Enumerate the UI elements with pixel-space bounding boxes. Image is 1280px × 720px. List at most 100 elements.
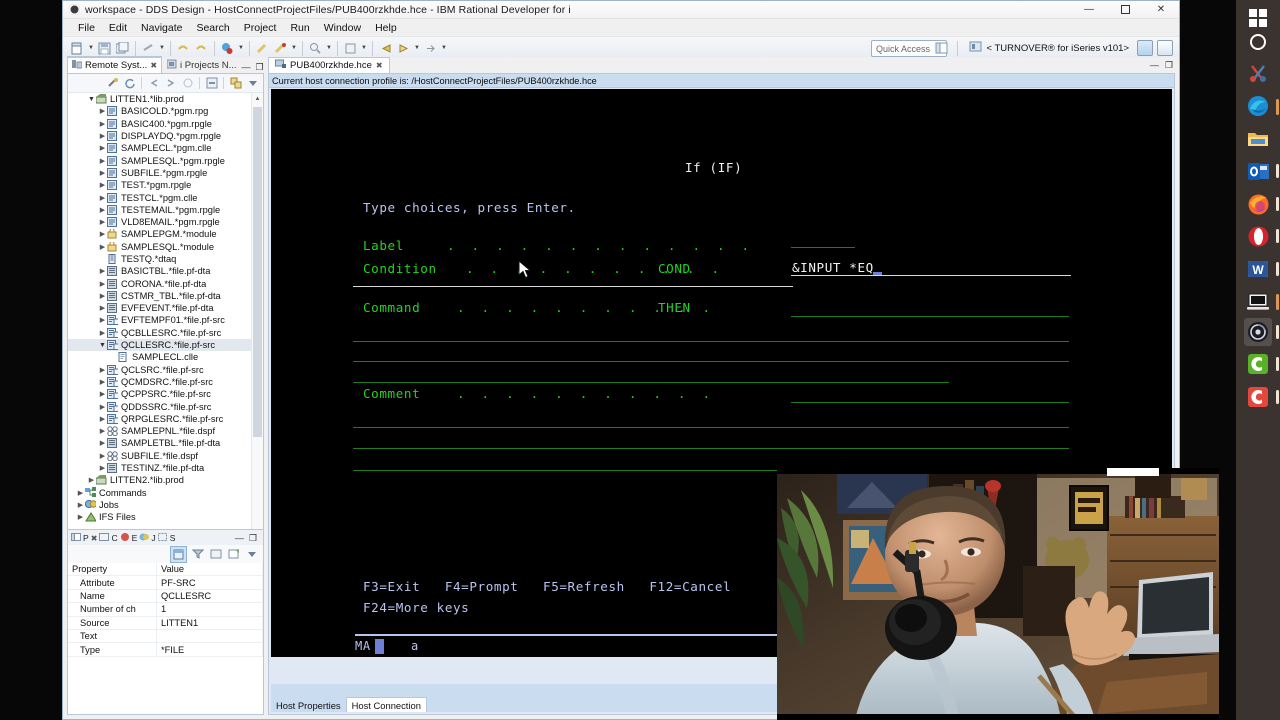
- tree-item-samplesql-module[interactable]: ▶ SAMPLESQL.*module: [68, 241, 252, 253]
- perspective-switch-2-icon[interactable]: [1157, 40, 1173, 56]
- tree-item-qrpglesrc-file-pf-src[interactable]: ▶ QRPGLESRC.*file.pf-src: [68, 413, 252, 425]
- tree-item-testemail-pgm-rpgle[interactable]: ▶ TESTEMAIL.*pgm.rpgle: [68, 204, 252, 216]
- chevron-right-icon[interactable]: ▶: [98, 243, 107, 251]
- tree-item-vld8email-pgm-rpgle[interactable]: ▶ VLD8EMAIL.*pgm.rpgle: [68, 216, 252, 228]
- chevron-right-icon[interactable]: ▶: [98, 267, 107, 275]
- chevron-right-icon[interactable]: ▶: [98, 132, 107, 140]
- chevron-right-icon[interactable]: ▶: [98, 292, 107, 300]
- menu-navigate[interactable]: Navigate: [134, 21, 189, 35]
- undo-icon[interactable]: [175, 40, 192, 57]
- chevron-right-icon[interactable]: ▶: [98, 439, 107, 447]
- next-icon[interactable]: [422, 40, 439, 57]
- chevron-right-icon[interactable]: ▶: [98, 280, 107, 288]
- tree-item-qcbllesrc-file-pf-src[interactable]: ▶ QCBLLESRC.*file.pf-src: [68, 327, 252, 339]
- back-icon[interactable]: [146, 76, 161, 91]
- back-icon[interactable]: [377, 40, 394, 57]
- obs-studio-icon[interactable]: [1244, 318, 1272, 346]
- condition-input-underline[interactable]: [791, 275, 1071, 276]
- tree-item-qclsrc-file-pf-src[interactable]: ▶ QCLSRC.*file.pf-src: [68, 364, 252, 376]
- tree-item-evfevent-file-pf-dta[interactable]: ▶ EVFEVENT.*file.pf-dta: [68, 302, 252, 314]
- history-icon[interactable]: [342, 40, 359, 57]
- perspective-switch-1-icon[interactable]: [1137, 40, 1153, 56]
- tree-item-test-pgm-rpgle[interactable]: ▶ TEST.*pgm.rpgle: [68, 179, 252, 191]
- run-icon[interactable]: [272, 40, 289, 57]
- new-file-icon[interactable]: [69, 40, 86, 57]
- up-icon[interactable]: [180, 76, 195, 91]
- chevron-right-icon[interactable]: ▶: [87, 476, 96, 484]
- chevron-down-icon[interactable]: ▼: [98, 342, 107, 349]
- tab-host-properties[interactable]: Host Properties: [271, 698, 346, 712]
- tab-remote-systems[interactable]: Remote Syst... ✖: [67, 56, 163, 73]
- search-dropdown-icon[interactable]: ▼: [325, 40, 333, 56]
- tab-host-connection[interactable]: Host Connection: [345, 697, 427, 712]
- tree-item-litten2-lib-prod[interactable]: ▶ LITTEN2.*lib.prod: [68, 474, 252, 486]
- command-input-underline-3[interactable]: [353, 361, 1069, 362]
- tree-item-corona-file-pf-dta[interactable]: ▶ CORONA.*file.pf-dta: [68, 277, 252, 289]
- chevron-right-icon[interactable]: ▶: [76, 513, 85, 521]
- search-icon[interactable]: [307, 40, 324, 57]
- table-row[interactable]: Attribute PF-SRC: [68, 575, 263, 590]
- tree-item-samplepgm-module[interactable]: ▶ SAMPLEPGM.*module: [68, 228, 252, 240]
- close-icon[interactable]: ✖: [376, 61, 383, 70]
- debug-dropdown-icon[interactable]: ▼: [237, 40, 245, 56]
- table-row[interactable]: Type *FILE: [68, 642, 263, 657]
- camtasia-icon[interactable]: [1244, 350, 1272, 378]
- close-icon[interactable]: ✖: [150, 61, 157, 70]
- menu-edit[interactable]: Edit: [102, 21, 134, 35]
- command-input-underline-1[interactable]: [791, 316, 1069, 317]
- save-icon[interactable]: [96, 40, 113, 57]
- table-row[interactable]: Name QCLLESRC: [68, 589, 263, 604]
- tab-error-log[interactable]: E: [120, 532, 137, 544]
- chevron-right-icon[interactable]: ▶: [98, 390, 107, 398]
- chevron-right-icon[interactable]: ▶: [76, 489, 85, 497]
- tree-item-cstmr-tbl-file-pf-dta[interactable]: ▶ CSTMR_TBL.*file.pf-dta: [68, 290, 252, 302]
- tree-item-testcl-pgm-clle[interactable]: ▶ TESTCL.*pgm.clle: [68, 191, 252, 203]
- tree-item-basicold-pgm-rpg[interactable]: ▶ BASICOLD.*pgm.rpg: [68, 105, 252, 117]
- forward-icon[interactable]: [395, 40, 412, 57]
- tab-jobs[interactable]: J: [139, 532, 156, 544]
- table-row[interactable]: Number of ch 1: [68, 602, 263, 617]
- minimize-view-icon[interactable]: —: [242, 62, 251, 73]
- debug-icon[interactable]: [219, 40, 236, 57]
- redo-icon[interactable]: [193, 40, 210, 57]
- menu-window[interactable]: Window: [317, 21, 368, 35]
- outlook-icon[interactable]: [1244, 157, 1272, 185]
- remote-desktop-icon[interactable]: [1244, 288, 1272, 316]
- filter-icon[interactable]: [190, 547, 205, 562]
- cortana-search-icon[interactable]: [1244, 28, 1272, 56]
- link-editor-icon[interactable]: [228, 76, 243, 91]
- command-input-underline-2[interactable]: [353, 341, 1069, 342]
- tree-item-samplecl-clle[interactable]: SAMPLECL.clle: [68, 351, 252, 363]
- open-perspective-icon[interactable]: [933, 40, 950, 57]
- tree-item-qcppsrc-file-pf-src[interactable]: ▶ QCPPSRC.*file.pf-src: [68, 388, 252, 400]
- print-dropdown-icon[interactable]: ▼: [158, 40, 166, 56]
- menu-file[interactable]: File: [71, 21, 102, 35]
- chevron-right-icon[interactable]: ▶: [98, 403, 107, 411]
- tree-item-basictbl-file-pf-dta[interactable]: ▶ BASICTBL.*file.pf-dta: [68, 265, 252, 277]
- table-row[interactable]: Source LITTEN1: [68, 616, 263, 630]
- tree-item-samplepnl-file-dspf[interactable]: ▶ SAMPLEPNL.*file.dspf: [68, 425, 252, 437]
- menu-help[interactable]: Help: [368, 21, 404, 35]
- chevron-right-icon[interactable]: ▶: [76, 501, 85, 509]
- comment-input-underline-1[interactable]: [791, 402, 1069, 403]
- tab-i-projects[interactable]: i Projects N...: [162, 57, 242, 73]
- next-dropdown-icon[interactable]: ▼: [440, 40, 448, 56]
- view-menu-icon[interactable]: [245, 76, 260, 91]
- maximize-view-icon[interactable]: ❐: [249, 533, 257, 544]
- tree-item-samplecl-pgm-clle[interactable]: ▶ SAMPLECL.*pgm.clle: [68, 142, 252, 154]
- tree-item-qcmdsrc-file-pf-src[interactable]: ▶ QCMDSRC.*file.pf-src: [68, 376, 252, 388]
- chevron-right-icon[interactable]: ▶: [98, 378, 107, 386]
- chevron-right-icon[interactable]: ▶: [98, 107, 107, 115]
- menu-run[interactable]: Run: [283, 21, 316, 35]
- chevron-right-icon[interactable]: ▶: [98, 144, 107, 152]
- close-button[interactable]: ✕: [1143, 1, 1179, 18]
- perspective-turnover[interactable]: < TURNOVER® for iSeries v101>: [965, 39, 1133, 57]
- tree-item-evftempf01-file-pf-src[interactable]: ▶ EVFTEMPF01.*file.pf-src: [68, 314, 252, 326]
- refresh-icon[interactable]: [122, 76, 137, 91]
- collapse-all-icon[interactable]: [204, 76, 219, 91]
- new-window-icon[interactable]: [226, 547, 241, 562]
- menu-search[interactable]: Search: [189, 21, 236, 35]
- tree-item-displaydq-pgm-rpgle[interactable]: ▶ DISPLAYDQ.*pgm.rpgle: [68, 130, 252, 142]
- chevron-right-icon[interactable]: ▶: [98, 120, 107, 128]
- chevron-right-icon[interactable]: ▶: [98, 366, 107, 374]
